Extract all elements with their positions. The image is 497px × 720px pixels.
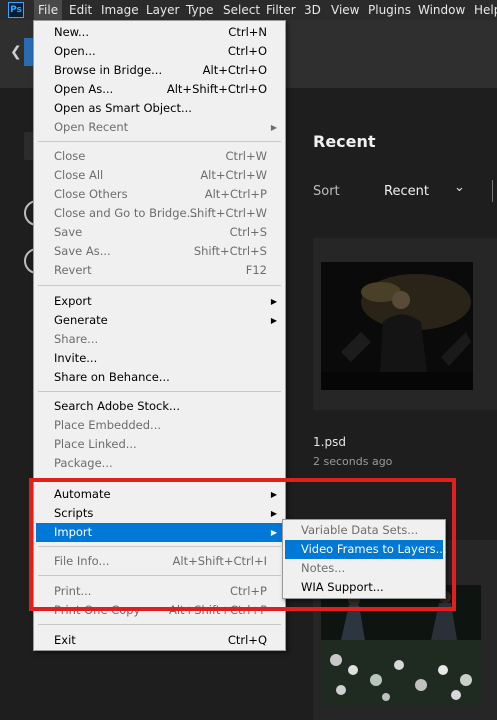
menu-item-label: Save: [54, 225, 83, 239]
menu-item-browse-bridge[interactable]: Browse in Bridge... Alt+Ctrl+O: [36, 61, 283, 80]
menu-help[interactable]: Help: [470, 0, 497, 20]
menu-item-label: Open...: [54, 44, 96, 58]
menu-item-search-stock[interactable]: Search Adobe Stock...: [36, 397, 283, 416]
menu-item-exit[interactable]: Exit Ctrl+Q: [36, 631, 283, 650]
menu-image[interactable]: Image: [97, 0, 143, 20]
menu-item-close-others[interactable]: Close Others Alt+Ctrl+P: [36, 185, 283, 204]
menu-item-revert[interactable]: Revert F12: [36, 261, 283, 280]
menu-item-save[interactable]: Save Ctrl+S: [36, 223, 283, 242]
menu-separator: [38, 285, 281, 286]
chevron-down-icon[interactable]: ⌄: [454, 180, 465, 195]
menu-item-label: Place Linked...: [54, 437, 137, 451]
menu-item-package[interactable]: Package...: [36, 454, 283, 473]
menu-item-generate[interactable]: Generate ▶: [36, 311, 283, 330]
shortcut: Ctrl+Q: [227, 633, 267, 647]
submenu-arrow-icon: ▶: [270, 297, 277, 306]
menu-3d[interactable]: 3D: [300, 0, 325, 20]
submenu-arrow-icon: ▶: [270, 123, 277, 132]
menu-item-label: Search Adobe Stock...: [54, 399, 180, 413]
menu-filter[interactable]: Filter: [262, 0, 300, 20]
menu-item-label: Browse in Bridge...: [54, 63, 163, 77]
menu-item-label: Share on Behance...: [54, 370, 170, 384]
menu-item-label: Share...: [54, 332, 99, 346]
menu-item-share[interactable]: Share...: [36, 330, 283, 349]
menu-separator: [38, 391, 281, 392]
file-modified-time: 2 seconds ago: [313, 455, 393, 468]
menu-separator: [38, 141, 281, 142]
menu-item-share-behance[interactable]: Share on Behance...: [36, 368, 283, 387]
menu-separator: [38, 624, 281, 625]
menu-item-close-all[interactable]: Close All Alt+Ctrl+W: [36, 166, 283, 185]
menu-item-label: Close Others: [54, 187, 128, 201]
menu-item-label: Open Recent: [54, 120, 129, 134]
file-thumbnail[interactable]: [321, 262, 473, 390]
shortcut: Alt+Ctrl+O: [202, 63, 267, 77]
menu-edit[interactable]: Edit: [65, 0, 96, 20]
shortcut: Shift+Ctrl+S: [193, 244, 267, 258]
sort-label: Sort: [313, 184, 340, 199]
photoshop-logo-icon: Ps: [8, 2, 24, 18]
menu-item-invite[interactable]: Invite...: [36, 349, 283, 368]
menu-item-close-go-bridge[interactable]: Close and Go to Bridge... Shift+Ctrl+W: [36, 204, 283, 223]
sort-dropdown[interactable]: Recent: [384, 184, 429, 199]
menu-view[interactable]: View: [327, 0, 363, 20]
menu-item-label: Invite...: [54, 351, 98, 365]
menu-item-label: New...: [54, 25, 89, 39]
menu-item-export[interactable]: Export ▶: [36, 292, 283, 311]
menu-item-label: Open As...: [54, 82, 114, 96]
menu-plugins[interactable]: Plugins: [364, 0, 415, 20]
menu-item-label: Close All: [54, 168, 104, 182]
back-chevron-icon[interactable]: ❮: [10, 44, 22, 60]
shortcut: Ctrl+N: [228, 25, 267, 39]
menu-item-label: Place Embedded...: [54, 418, 162, 432]
menu-item-label: Revert: [54, 263, 92, 277]
shortcut: Ctrl+O: [227, 44, 267, 58]
menu-item-save-as[interactable]: Save As... Shift+Ctrl+S: [36, 242, 283, 261]
submenu-arrow-icon: ▶: [270, 316, 277, 325]
divider: [492, 180, 493, 202]
shortcut: Shift+Ctrl+W: [189, 206, 267, 220]
shortcut: Ctrl+S: [229, 225, 267, 239]
menu-item-place-embedded[interactable]: Place Embedded...: [36, 416, 283, 435]
menu-item-label: Close and Go to Bridge...: [54, 206, 198, 220]
shortcut: F12: [245, 263, 267, 277]
menu-type[interactable]: Type: [182, 0, 218, 20]
menu-item-close[interactable]: Close Ctrl+W: [36, 147, 283, 166]
shortcut: Alt+Ctrl+P: [204, 187, 267, 201]
menu-item-open-smart-object[interactable]: Open as Smart Object...: [36, 99, 283, 118]
menu-item-label: Generate: [54, 313, 108, 327]
menu-select[interactable]: Select: [219, 0, 264, 20]
menu-item-place-linked[interactable]: Place Linked...: [36, 435, 283, 454]
annotation-highlight-box: [29, 478, 456, 611]
menu-item-new[interactable]: New... Ctrl+N: [36, 23, 283, 42]
shortcut: Alt+Shift+Ctrl+O: [166, 82, 267, 96]
file-name[interactable]: 1.psd: [313, 435, 346, 449]
shortcut: Ctrl+W: [225, 149, 267, 163]
menu-item-open-as[interactable]: Open As... Alt+Shift+Ctrl+O: [36, 80, 283, 99]
menu-window[interactable]: Window: [414, 0, 469, 20]
menu-item-label: Export: [54, 294, 92, 308]
menu-file[interactable]: File: [34, 0, 63, 20]
menu-item-label: Close: [54, 149, 86, 163]
menu-bar: Ps File Edit Image Layer Type Select Fil…: [0, 0, 497, 20]
menu-item-open-recent[interactable]: Open Recent ▶: [36, 118, 283, 137]
menu-item-open[interactable]: Open... Ctrl+O: [36, 42, 283, 61]
menu-item-label: Save As...: [54, 244, 111, 258]
menu-item-label: Open as Smart Object...: [54, 101, 192, 115]
recent-title: Recent: [313, 132, 376, 151]
menu-item-label: Exit: [54, 633, 76, 647]
menu-layer[interactable]: Layer: [142, 0, 183, 20]
menu-item-label: Package...: [54, 456, 113, 470]
shortcut: Alt+Ctrl+W: [200, 168, 267, 182]
